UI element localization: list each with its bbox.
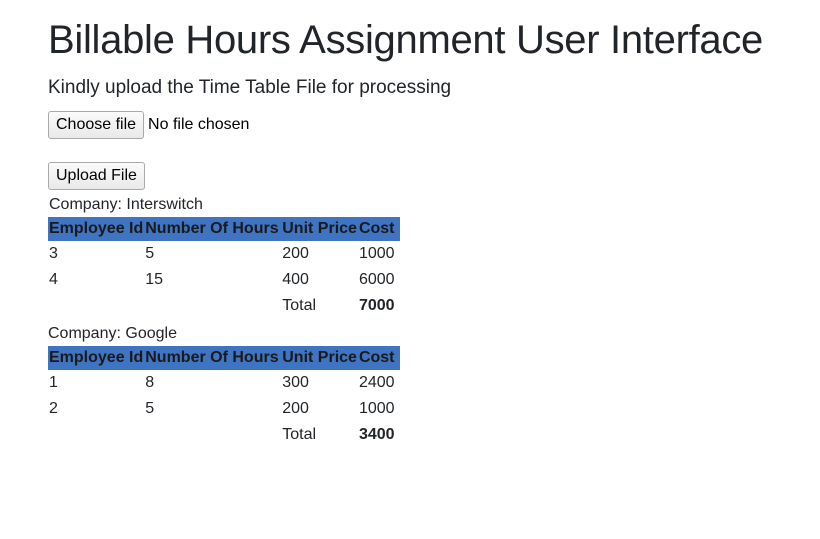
hours-cell: 5 — [145, 245, 155, 262]
company-label: Company: Interswitch — [49, 196, 203, 213]
empty-cell — [144, 293, 281, 319]
column-header-employee-id: Employee Id — [48, 217, 145, 241]
employee-id-cell: 1 — [49, 374, 58, 391]
hours-cell: 5 — [145, 400, 155, 417]
file-input-row: Choose file No file chosen — [48, 110, 820, 140]
billing-table: Employee Id Number Of Hours Unit Price C… — [48, 346, 400, 448]
column-header-number-of-hours: Number Of Hours — [144, 217, 282, 241]
choose-file-button[interactable]: Choose file — [48, 111, 145, 139]
upload-file-button[interactable]: Upload File — [48, 162, 145, 190]
total-value: 7000 — [358, 297, 395, 314]
total-label: Total — [282, 297, 317, 314]
total-row: Total 3400 — [48, 422, 400, 448]
upload-row: Upload File — [48, 162, 820, 190]
table-header-row: Employee Id Number Of Hours Unit Price C… — [48, 217, 400, 241]
empty-cell — [144, 422, 281, 448]
table-row: 2 5 200 1000 — [48, 396, 400, 422]
unit-price-cell: 200 — [282, 245, 309, 262]
employee-id-cell: 4 — [49, 271, 58, 288]
page: Billable Hours Assignment User Interface… — [0, 0, 820, 539]
page-subtitle: Kindly upload the Time Table File for pr… — [48, 77, 452, 98]
employee-id-cell: 2 — [49, 400, 58, 417]
billing-table: Employee Id Number Of Hours Unit Price C… — [48, 217, 400, 319]
unit-price-cell: 200 — [282, 400, 309, 417]
total-label: Total — [282, 426, 317, 443]
unit-price-cell: 400 — [282, 271, 309, 288]
column-header-cost: Cost — [357, 217, 400, 241]
column-header-unit-price: Unit Price — [281, 217, 358, 241]
total-value: 3400 — [358, 426, 395, 443]
unit-price-cell: 300 — [282, 374, 309, 391]
empty-cell — [48, 422, 144, 448]
total-row: Total 7000 — [48, 293, 400, 319]
hours-cell: 8 — [145, 374, 155, 391]
table-row: 1 8 300 2400 — [48, 370, 400, 396]
page-title: Billable Hours Assignment User Interface — [48, 18, 763, 62]
table-row: 4 15 400 6000 — [48, 267, 400, 293]
empty-cell — [48, 293, 144, 319]
cost-cell: 6000 — [358, 271, 395, 288]
cost-cell: 1000 — [358, 400, 395, 417]
column-header-number-of-hours: Number Of Hours — [144, 346, 282, 370]
file-status-text: No file chosen — [148, 116, 250, 133]
employee-id-cell: 3 — [49, 245, 58, 262]
cost-cell: 1000 — [358, 245, 395, 262]
cost-cell: 2400 — [358, 374, 395, 391]
table-header-row: Employee Id Number Of Hours Unit Price C… — [48, 346, 400, 370]
company-label: Company: Google — [48, 325, 177, 342]
table-row: 3 5 200 1000 — [48, 241, 400, 267]
column-header-employee-id: Employee Id — [48, 346, 145, 370]
hours-cell: 15 — [145, 271, 164, 288]
column-header-unit-price: Unit Price — [281, 346, 358, 370]
column-header-cost: Cost — [357, 346, 400, 370]
